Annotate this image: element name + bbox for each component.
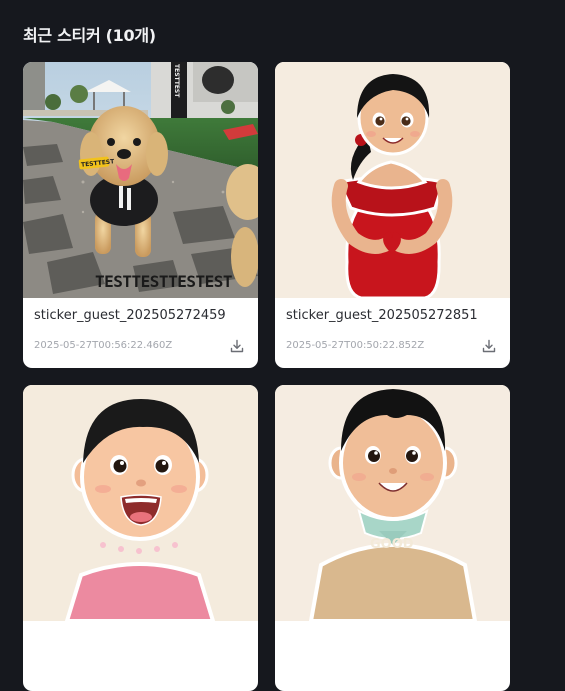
download-button[interactable] <box>228 337 246 355</box>
sticker-card[interactable]: sticker_guest_202505272851 2025-05-27T00… <box>275 62 510 368</box>
sticker-card[interactable]: GOOD <box>275 385 510 691</box>
sticker-thumbnail-woman[interactable] <box>275 62 510 298</box>
sticker-grid: TESTTEST TESTTEST TESTTESTTESTEST sticke… <box>23 62 510 691</box>
sticker-thumbnail-dog[interactable]: TESTTEST TESTTEST TESTTESTTESTEST <box>23 62 258 298</box>
download-icon <box>230 339 244 353</box>
shirt-text: GOOD <box>370 537 414 552</box>
sign-text: TESTTEST <box>173 64 180 98</box>
watermark-text: TESTTESTTESTEST <box>95 272 233 291</box>
sticker-name: sticker_guest_202505272851 <box>286 308 478 323</box>
download-icon <box>482 339 496 353</box>
download-button[interactable] <box>480 337 498 355</box>
sticker-timestamp: 2025-05-27T00:50:22.852Z <box>286 340 425 351</box>
sticker-name: sticker_guest_202505272459 <box>34 308 226 323</box>
sticker-card[interactable]: TESTTEST TESTTEST TESTTESTTESTEST sticke… <box>23 62 258 368</box>
sticker-card[interactable] <box>23 385 258 691</box>
sticker-thumbnail-boy[interactable]: GOOD <box>275 385 510 621</box>
sticker-thumbnail-baby[interactable] <box>23 385 258 621</box>
section-title: 최근 스티커 (10개) <box>23 26 156 45</box>
sticker-timestamp: 2025-05-27T00:56:22.460Z <box>34 340 173 351</box>
